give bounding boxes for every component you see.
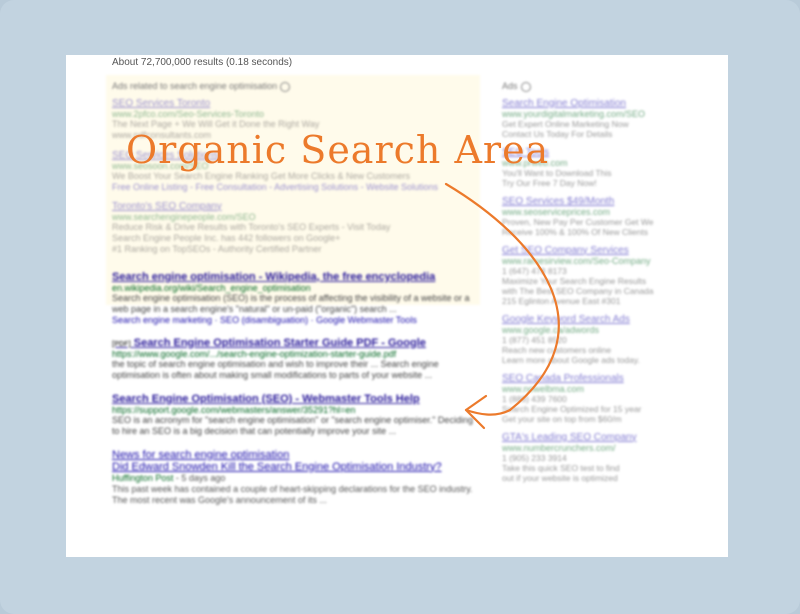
ad-url: www.numbercrunchers.com/ xyxy=(502,442,616,453)
ad-title[interactable]: SEO Tools xyxy=(502,147,722,158)
ad-url: www.searchenginepeople.com/SEO xyxy=(112,211,256,222)
ad-title[interactable]: SEO Services Solutions xyxy=(112,150,482,161)
news-snippet: This past week has contained a couple of… xyxy=(112,483,473,505)
organic-result[interactable]: Search engine optimisation - Wikipedia, … xyxy=(112,271,482,325)
side-ad[interactable]: Search Engine Optimisation www.yourdigit… xyxy=(502,98,722,139)
ad-desc: Proven, New Pay Per Customer Get We xyxy=(502,216,654,227)
result-snippet: SEO is an acronym for "search engine opt… xyxy=(112,414,473,436)
top-ad[interactable]: Toronto's SEO Company www.searchenginepe… xyxy=(112,201,482,255)
left-column: Ads related to search engine optimisatio… xyxy=(112,81,482,518)
result-title[interactable]: Search engine optimisation - Wikipedia, … xyxy=(112,271,482,283)
result-sitelinks[interactable]: Search engine marketing · SEO (disambigu… xyxy=(112,315,482,325)
result-snippet: the topic of search engine optimisation … xyxy=(112,358,439,380)
ad-desc: Receive 100% & 100% Of New Clients xyxy=(502,226,648,237)
info-icon xyxy=(280,81,291,92)
side-ad[interactable]: GTA's Leading SEO Company www.numbercrun… xyxy=(502,432,722,483)
top-ad[interactable]: SEO Services Solutions www.seosoon.com/S… xyxy=(112,150,482,192)
side-ad[interactable]: SEO Tools www.prweb.com You'll Want to D… xyxy=(502,147,722,188)
news-result[interactable]: News for search engine optimisation Did … xyxy=(112,449,482,506)
ad-desc: We Boost Your Search Engine Ranking Get … xyxy=(112,170,410,181)
ad-desc: You'll Want to Download This xyxy=(502,167,612,178)
news-source: Huffington Post - 5 days ago xyxy=(112,472,226,483)
ad-url: www.ramesirview.com/Seo-Company xyxy=(502,255,651,266)
ad-title[interactable]: Toronto's SEO Company xyxy=(112,201,482,212)
ad-desc: Learn more about Google ads today. xyxy=(502,354,640,365)
result-url: en.wikipedia.org/wiki/Search_engine_opti… xyxy=(112,282,311,293)
result-snippet: Search engine optimisation (SEO) is the … xyxy=(112,292,470,314)
side-ad[interactable]: Google Keyword Search Ads www.google.ca/… xyxy=(502,314,722,365)
ad-url: www.nowelbma.com xyxy=(502,383,585,394)
side-ad[interactable]: SEO Canada Professionals www.nowelbma.co… xyxy=(502,373,722,424)
ad-title[interactable]: Search Engine Optimisation xyxy=(502,98,722,109)
result-title[interactable]: [PDF] Search Engine Optimisation Starter… xyxy=(112,337,482,349)
ad-desc: #1 Ranking on TopSEOs - Authority Certif… xyxy=(112,243,322,254)
ad-url: www.google.ca/adwords xyxy=(502,324,600,335)
ad-desc: Reach new customers online xyxy=(502,344,612,355)
side-ad[interactable]: SEO Services $49/Month www.seoservicepri… xyxy=(502,196,722,237)
ad-desc: Get Expert Online Marketing Now xyxy=(502,118,629,129)
ad-desc: Contact Us Today For Details xyxy=(502,128,613,139)
news-header[interactable]: News for search engine optimisation xyxy=(112,449,482,461)
organic-result[interactable]: Search Engine Optimisation (SEO) - Webma… xyxy=(112,393,482,437)
search-results-page: About 72,700,000 results (0.18 seconds) … xyxy=(66,55,728,557)
ad-desc: Maximize Your Search Engine Results xyxy=(502,275,647,286)
ad-desc: Get your site on top from $60/m xyxy=(502,413,622,424)
results-stats: About 72,700,000 results (0.18 seconds) xyxy=(112,57,293,68)
result-title[interactable]: Search Engine Optimisation (SEO) - Webma… xyxy=(112,393,482,405)
ad-url: www.seosoon.com/SEO xyxy=(112,160,209,171)
top-ad[interactable]: SEO Services Toronto www.2pfco.com/Seo-S… xyxy=(112,98,482,141)
ad-title[interactable]: SEO Services $49/Month xyxy=(502,196,722,207)
ad-title[interactable]: SEO Canada Professionals xyxy=(502,373,722,384)
news-title[interactable]: Did Edward Snowden Kill the Search Engin… xyxy=(112,461,482,473)
ad-title[interactable]: GTA's Leading SEO Company xyxy=(502,432,722,443)
ad-desc: with The Best SEO Company in Canada xyxy=(502,285,654,296)
ad-title[interactable]: Get SEO Company Services xyxy=(502,245,722,256)
ad-title[interactable]: SEO Services Toronto xyxy=(112,98,482,109)
result-url: https://support.google.com/webmasters/an… xyxy=(112,404,356,415)
organic-result[interactable]: [PDF] Search Engine Optimisation Starter… xyxy=(112,337,482,381)
ad-desc: Search Engine Optimized for 15 year xyxy=(502,403,642,414)
ad-desc: 215 Eglinton Avenue East #301 xyxy=(502,295,621,306)
ad-desc: 1 (888) 439 7600 xyxy=(502,393,567,404)
top-ads-header: Ads related to search engine optimisatio… xyxy=(112,81,482,92)
right-ads-column: Ads Search Engine Optimisation www.yourd… xyxy=(502,81,722,491)
right-ads-header: Ads xyxy=(502,81,722,92)
ad-sitelinks[interactable]: Free Online Listing - Free Consultation … xyxy=(112,182,482,192)
ad-desc: Reduce Risk & Drive Results with Toronto… xyxy=(112,221,391,232)
ad-desc: 1 (877) 451 8520 xyxy=(502,334,567,345)
outer-frame: About 72,700,000 results (0.18 seconds) … xyxy=(0,0,800,614)
info-icon xyxy=(520,81,531,92)
ad-desc: The Next Page + We Will Get it Done the … xyxy=(112,118,320,129)
ad-desc: Take this quick SEO test to find xyxy=(502,462,620,473)
ad-url: www.2pfco.com/Seo-Services-Toronto xyxy=(112,108,265,119)
ad-desc: 1 (647) 478 8173 xyxy=(502,265,567,276)
ad-title[interactable]: Google Keyword Search Ads xyxy=(502,314,722,325)
ad-desc: 1 (905) 233 3914 xyxy=(502,452,567,463)
ad-desc: out if your website is optimized xyxy=(502,472,618,483)
ad-desc: Try Our Free 7 Day Now! xyxy=(502,177,597,188)
side-ad[interactable]: Get SEO Company Services www.ramesirview… xyxy=(502,245,722,306)
ad-url: www.seoserviceprices.com xyxy=(502,206,611,217)
result-url: https://www.google.com/.../search-engine… xyxy=(112,348,397,359)
ad-url: www.yourdigitalmarketing.com/SEO xyxy=(502,108,646,119)
ad-url: www.prweb.com xyxy=(502,157,568,168)
ad-desc: Search Engine People Inc. has 442 follow… xyxy=(112,232,341,243)
pdf-tag: [PDF] xyxy=(112,340,131,348)
ad-desc: www.pdfconsultants.com xyxy=(112,129,212,140)
